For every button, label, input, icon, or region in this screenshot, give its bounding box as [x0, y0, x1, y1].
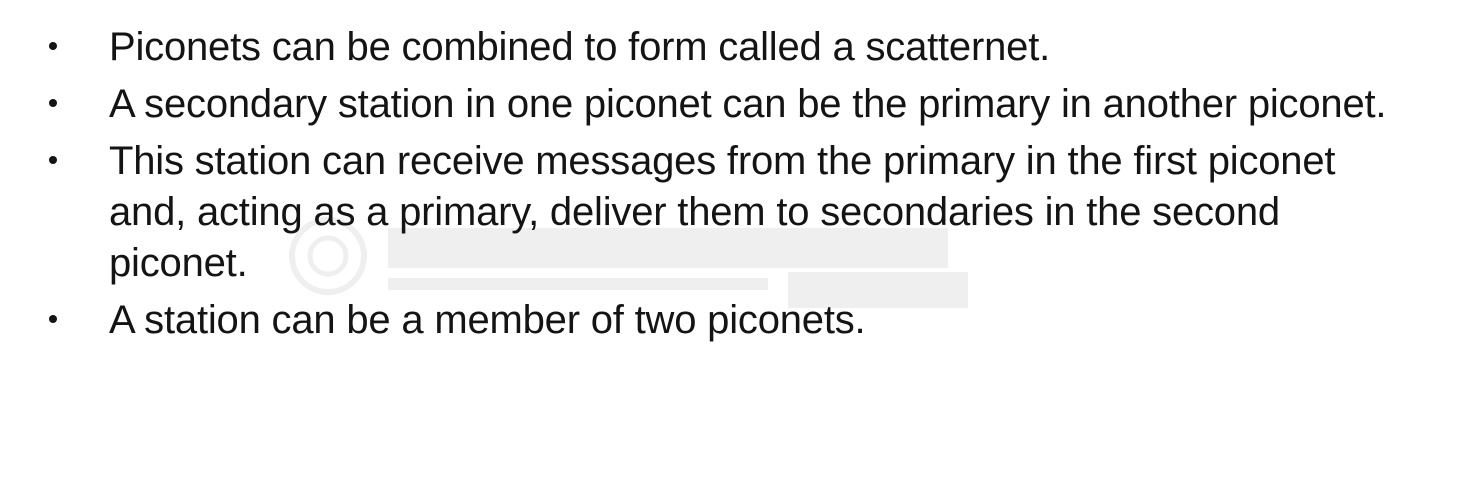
bullet-point-icon — [49, 42, 57, 50]
bullet-list: Piconets can be combined to form called … — [0, 22, 1482, 352]
bullet-text: A station can be a member of two piconet… — [109, 298, 866, 342]
bullet-item: This station can receive messages from t… — [0, 136, 1482, 289]
bullet-text: Piconets can be combined to form called … — [109, 25, 1051, 69]
bullet-point-icon — [49, 99, 57, 107]
bullet-point-icon — [49, 315, 57, 323]
bullet-item: A secondary station in one piconet can b… — [0, 79, 1482, 130]
bullet-item: Piconets can be combined to form called … — [0, 22, 1482, 73]
bullet-text: A secondary station in one piconet can b… — [109, 82, 1387, 126]
bullet-point-icon — [49, 156, 57, 164]
bullet-item: A station can be a member of two piconet… — [0, 295, 1482, 346]
bullet-text: This station can receive messages from t… — [109, 139, 1336, 285]
slide: Piconets can be combined to form called … — [0, 0, 1482, 504]
